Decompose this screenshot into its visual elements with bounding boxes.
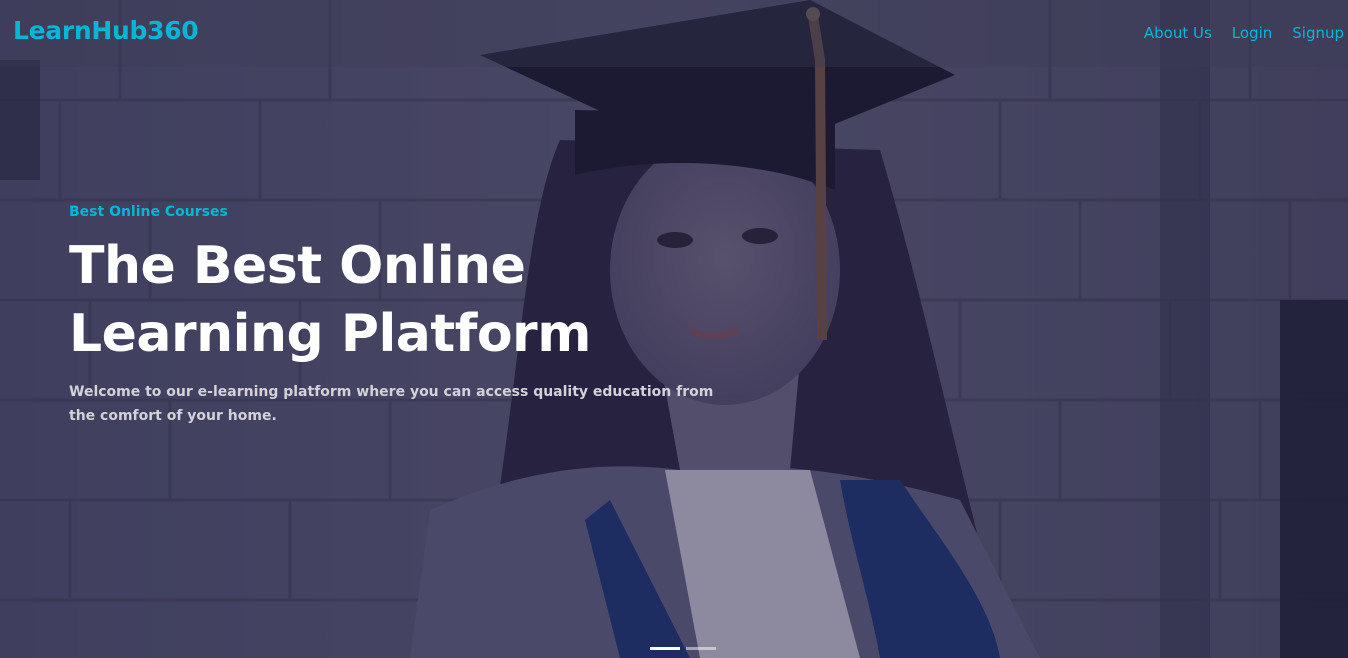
carousel-indicator-1[interactable] — [650, 647, 680, 650]
carousel-indicator-2[interactable] — [686, 647, 716, 650]
hero-carousel: LearnHub360 About Us Login Signup Best O… — [0, 0, 1348, 658]
brand-logo[interactable]: LearnHub360 — [13, 16, 199, 45]
hero-content: Best Online Courses The Best Online Lear… — [69, 204, 769, 428]
nav-links: About Us Login Signup — [1144, 24, 1344, 42]
hero-lead: Welcome to our e-learning platform where… — [69, 384, 714, 424]
nav-link-signup[interactable]: Signup — [1292, 24, 1344, 42]
hero-eyebrow: Best Online Courses — [69, 204, 228, 220]
nav-link-login[interactable]: Login — [1232, 24, 1272, 42]
carousel-indicators — [650, 647, 716, 650]
navbar: LearnHub360 About Us Login Signup — [0, 0, 1348, 67]
nav-link-about-us[interactable]: About Us — [1144, 24, 1212, 42]
hero-headline: The Best Online Learning Platform — [69, 236, 591, 364]
